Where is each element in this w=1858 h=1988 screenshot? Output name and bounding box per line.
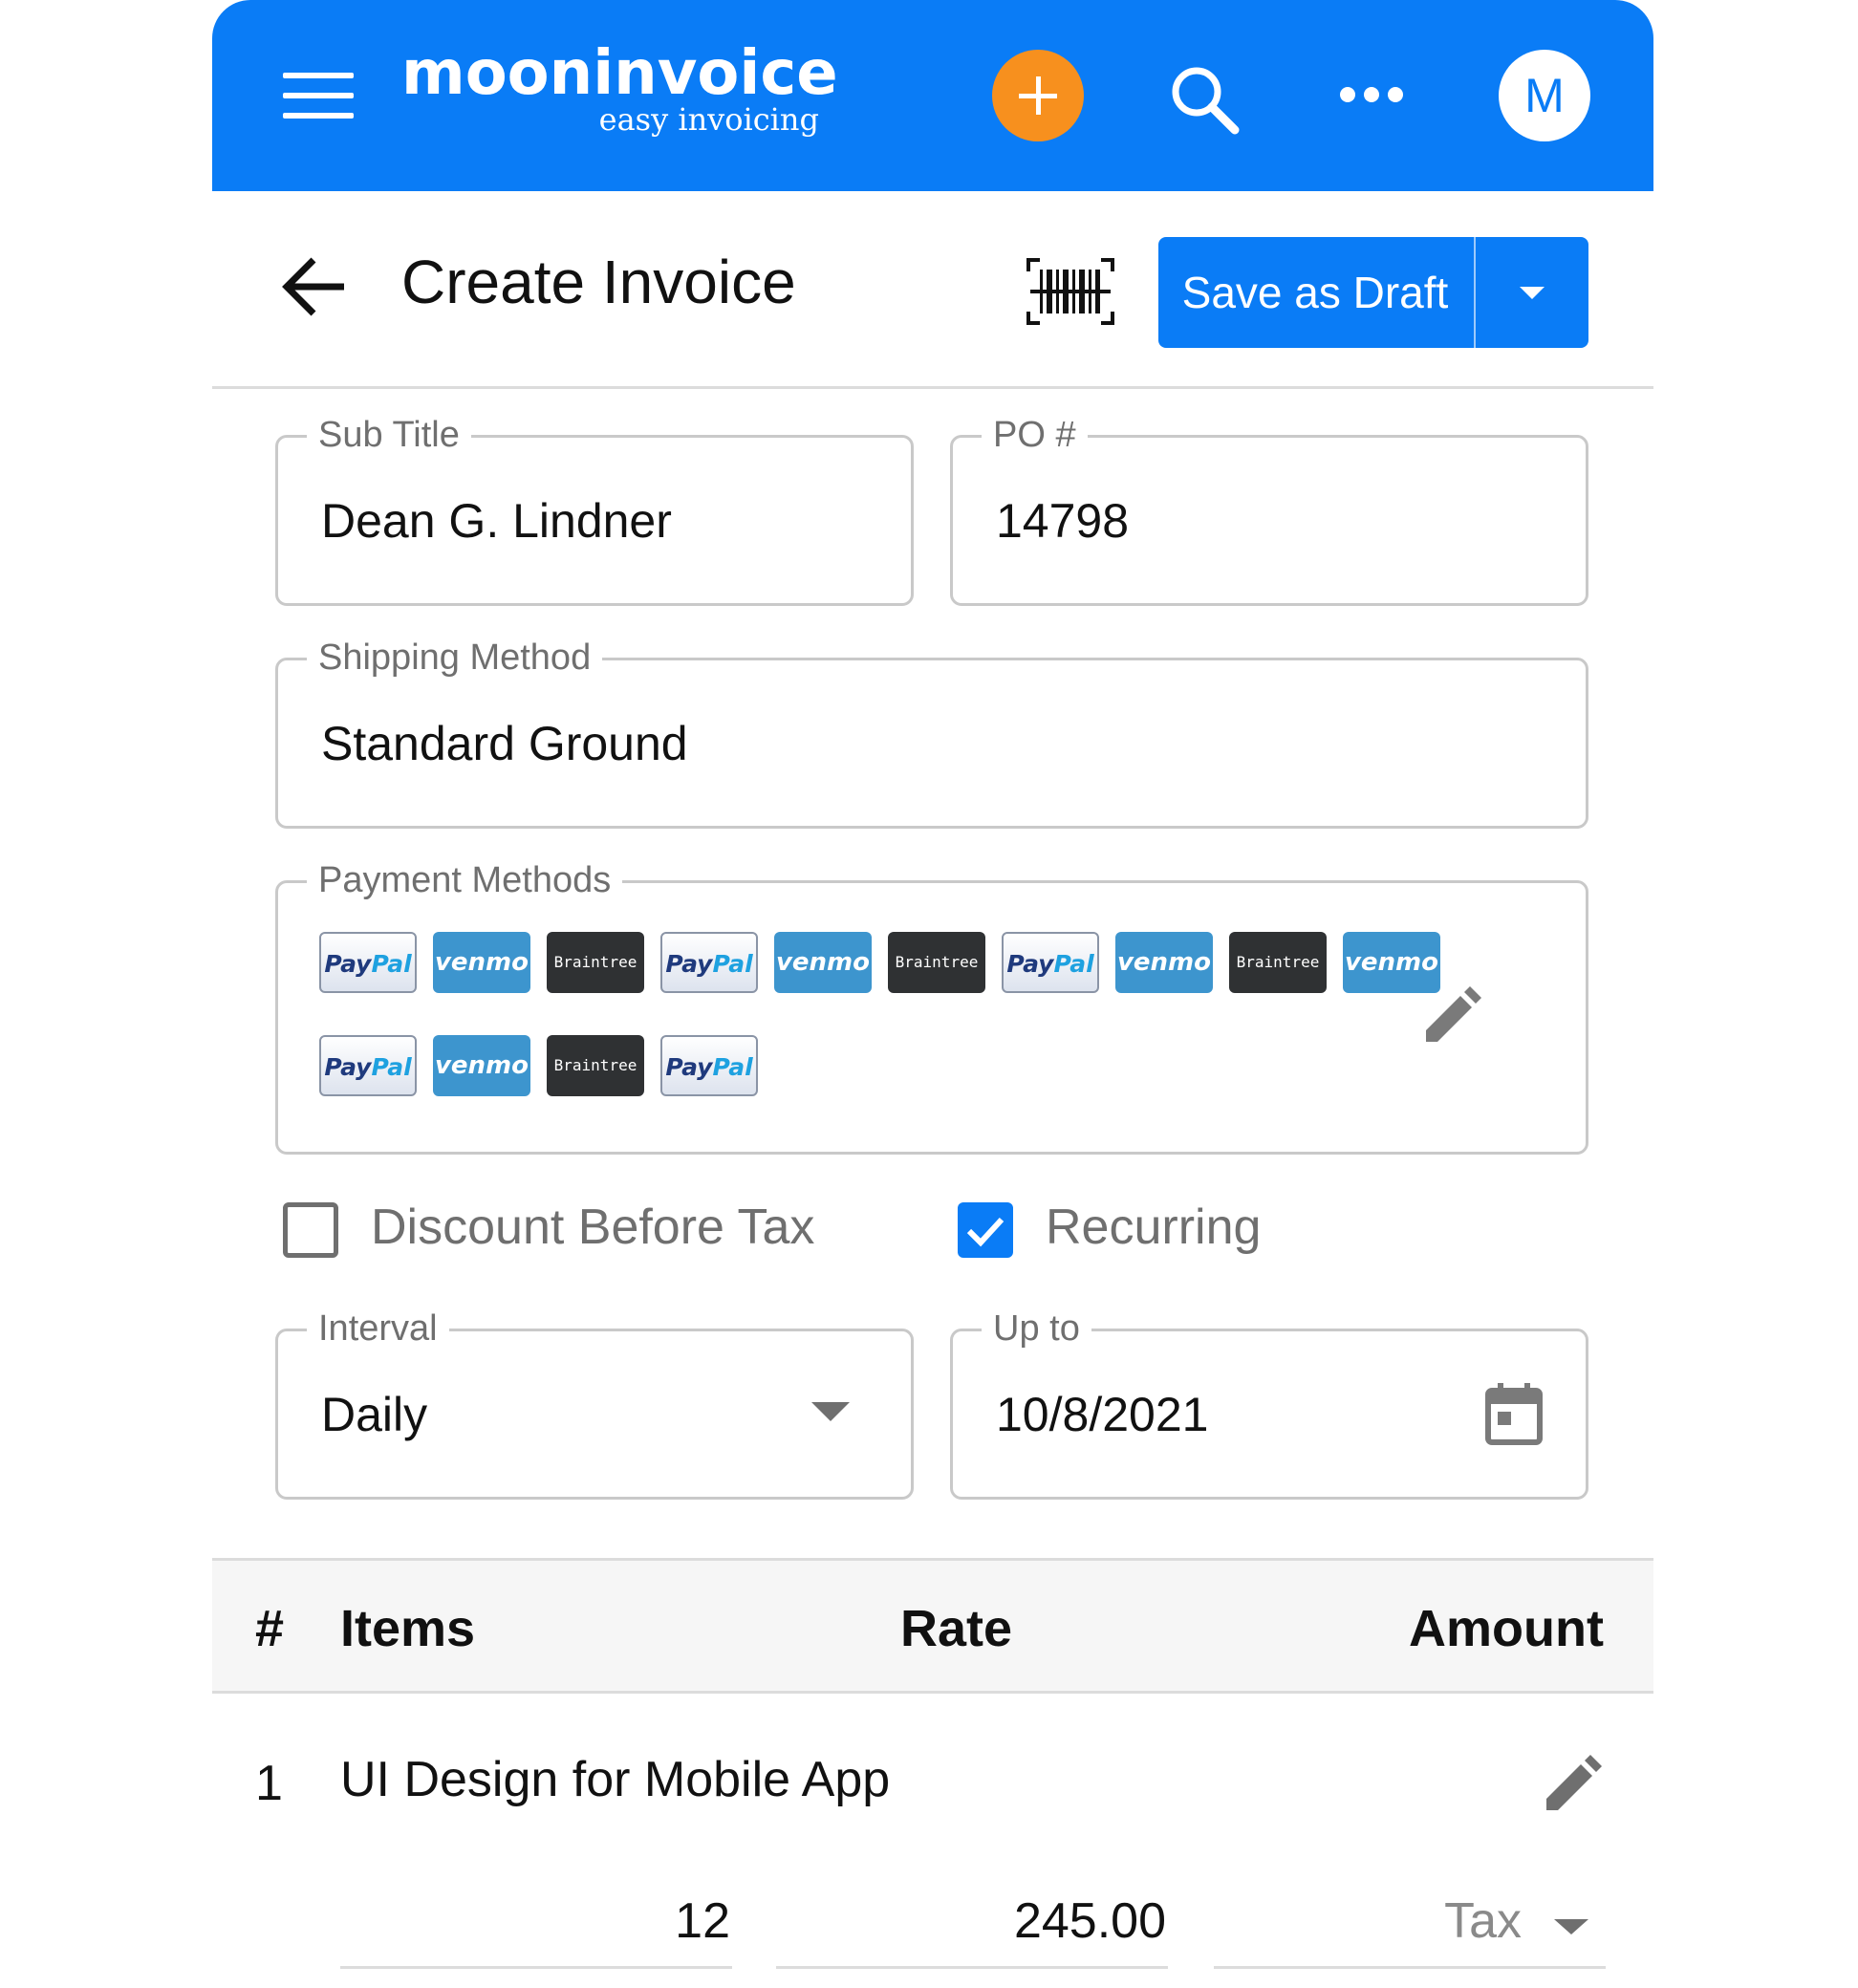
discount-before-tax-label[interactable]: Discount Before Tax bbox=[371, 1199, 814, 1256]
add-button[interactable] bbox=[992, 50, 1084, 141]
discount-before-tax-checkbox[interactable] bbox=[283, 1202, 338, 1258]
app-logo: mooninvoice bbox=[401, 38, 838, 109]
caret-down-icon bbox=[1554, 1919, 1588, 1934]
item-tax-value: Tax bbox=[1444, 1893, 1522, 1949]
search-button[interactable] bbox=[1166, 61, 1242, 138]
payment-methods-field[interactable]: Payment Methods bbox=[275, 858, 1588, 1155]
page-title: Create Invoice bbox=[401, 248, 796, 316]
item-tax-select[interactable]: Tax bbox=[1214, 1883, 1606, 1969]
item-rate-input[interactable]: 245.00 bbox=[776, 1883, 1168, 1969]
edit-payment-methods-button[interactable] bbox=[1420, 984, 1483, 1048]
pencil-icon bbox=[1426, 986, 1481, 1042]
calendar-icon[interactable] bbox=[1484, 1381, 1544, 1446]
save-as-draft-split-button: Save as Draft bbox=[1158, 237, 1588, 348]
app-logo-tagline: easy invoicing bbox=[598, 101, 819, 138]
caret-down-icon bbox=[811, 1402, 850, 1421]
paypal-logo: PayPal bbox=[660, 932, 758, 993]
more-horizontal-icon bbox=[1340, 87, 1403, 102]
recurring-checkbox[interactable] bbox=[958, 1202, 1013, 1258]
menu-icon[interactable] bbox=[283, 73, 354, 119]
braintree-logo: Braintree bbox=[547, 932, 644, 993]
column-header-rate: Rate bbox=[900, 1600, 1013, 1657]
column-header-number: # bbox=[255, 1600, 285, 1657]
sub-title-label: Sub Title bbox=[307, 413, 471, 457]
pencil-icon bbox=[1546, 1755, 1602, 1810]
back-button[interactable] bbox=[281, 256, 348, 317]
braintree-logo: Braintree bbox=[888, 932, 985, 993]
caret-down-icon bbox=[1520, 287, 1545, 299]
items-table-header: # Items Rate Amount bbox=[212, 1558, 1653, 1694]
shipping-method-value: Standard Ground bbox=[321, 717, 688, 770]
sub-title-value: Dean G. Lindner bbox=[321, 494, 672, 548]
app-frame: mooninvoice easy invoicing M Create Invo… bbox=[212, 0, 1653, 1988]
recurring-label[interactable]: Recurring bbox=[1046, 1199, 1261, 1256]
barcode-scan-button[interactable] bbox=[1026, 258, 1114, 325]
up-to-value: 10/8/2021 bbox=[996, 1388, 1209, 1441]
header-divider bbox=[212, 386, 1653, 389]
interval-label: Interval bbox=[307, 1307, 449, 1351]
item-description[interactable]: UI Design for Mobile App bbox=[340, 1751, 890, 1808]
shipping-method-field[interactable]: Shipping Method Standard Ground bbox=[275, 636, 1588, 829]
braintree-logo: Braintree bbox=[547, 1035, 644, 1096]
po-number-field[interactable]: PO # 14798 bbox=[950, 413, 1588, 606]
item-quantity-input[interactable]: 12 bbox=[340, 1883, 732, 1969]
plus-icon bbox=[1019, 76, 1057, 115]
venmo-logo: venmo bbox=[433, 932, 530, 993]
save-as-draft-button[interactable]: Save as Draft bbox=[1158, 237, 1472, 348]
paypal-logo: PayPal bbox=[319, 932, 417, 993]
sub-title-field[interactable]: Sub Title Dean G. Lindner bbox=[275, 413, 914, 606]
item-row-number: 1 bbox=[255, 1756, 283, 1811]
venmo-logo: venmo bbox=[433, 1035, 530, 1096]
paypal-logo: PayPal bbox=[1002, 932, 1099, 993]
up-to-date-field[interactable]: Up to 10/8/2021 bbox=[950, 1307, 1588, 1500]
po-number-value: 14798 bbox=[996, 494, 1130, 548]
po-number-label: PO # bbox=[982, 413, 1088, 457]
column-header-amount: Amount bbox=[1409, 1600, 1604, 1657]
paypal-logo: PayPal bbox=[660, 1035, 758, 1096]
arrow-left-icon bbox=[282, 257, 344, 316]
venmo-logo: venmo bbox=[774, 932, 872, 993]
more-options-button[interactable] bbox=[1338, 80, 1405, 109]
payment-methods-label: Payment Methods bbox=[307, 858, 623, 902]
paypal-logo: PayPal bbox=[319, 1035, 417, 1096]
save-options-dropdown[interactable] bbox=[1476, 237, 1588, 348]
edit-item-button[interactable] bbox=[1541, 1753, 1604, 1816]
search-icon bbox=[1172, 67, 1240, 135]
up-to-label: Up to bbox=[982, 1307, 1091, 1351]
shipping-method-label: Shipping Method bbox=[307, 636, 603, 680]
user-avatar[interactable]: M bbox=[1499, 50, 1590, 141]
top-app-bar: mooninvoice easy invoicing M bbox=[212, 0, 1653, 191]
interval-select[interactable]: Interval Daily bbox=[275, 1307, 914, 1500]
checkmark-icon bbox=[966, 1217, 1005, 1247]
item-quantity-value: 12 bbox=[675, 1893, 730, 1949]
barcode-scan-icon bbox=[1026, 258, 1114, 325]
column-header-items: Items bbox=[340, 1600, 476, 1657]
item-rate-value: 245.00 bbox=[1013, 1893, 1166, 1949]
interval-value: Daily bbox=[321, 1388, 428, 1441]
venmo-logo: venmo bbox=[1115, 932, 1213, 993]
braintree-logo: Braintree bbox=[1229, 932, 1327, 993]
